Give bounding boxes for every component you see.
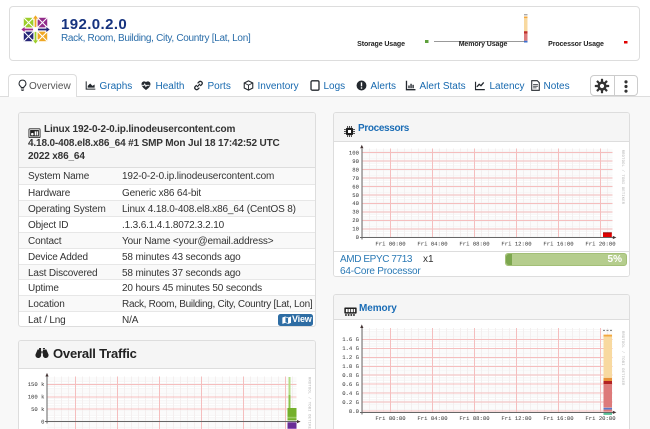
svg-text:100: 100 — [349, 150, 360, 157]
svg-text:Fri 04:00: Fri 04:00 — [417, 415, 448, 422]
svg-text:80: 80 — [352, 166, 359, 173]
svg-text:150 k: 150 k — [28, 381, 45, 388]
svg-text:RRDTOOL / TOBI OETIKER: RRDTOOL / TOBI OETIKER — [620, 331, 625, 386]
svg-text:Fri 08:00: Fri 08:00 — [459, 415, 490, 422]
svg-text:Fri 16:00: Fri 16:00 — [543, 415, 574, 422]
svg-text:70: 70 — [352, 175, 359, 182]
svg-text:60: 60 — [352, 183, 359, 190]
svg-text:0: 0 — [356, 234, 360, 241]
svg-text:100 k: 100 k — [28, 394, 45, 401]
svg-text:Fri 20:00: Fri 20:00 — [585, 240, 616, 247]
svg-text:RRDTOOL / TOBI OETIKER: RRDTOOL / TOBI OETIKER — [620, 150, 625, 205]
svg-text:RRDTOOL / TOBI OETIKER: RRDTOOL / TOBI OETIKER — [307, 377, 312, 429]
svg-text:10: 10 — [352, 226, 359, 233]
svg-text:1.0 G: 1.0 G — [342, 363, 359, 370]
svg-text:Fri 00:00: Fri 00:00 — [375, 240, 406, 247]
svg-text:Fri 16:00: Fri 16:00 — [543, 240, 574, 247]
svg-text:50 k: 50 k — [31, 406, 45, 413]
svg-text:Fri 04:00: Fri 04:00 — [417, 240, 448, 247]
svg-text:1.4 G: 1.4 G — [342, 345, 359, 352]
svg-text:30: 30 — [352, 209, 359, 216]
svg-text:20: 20 — [352, 217, 359, 224]
svg-text:40: 40 — [352, 200, 359, 207]
svg-text:0.6 G: 0.6 G — [342, 381, 359, 388]
svg-text:0: 0 — [41, 418, 45, 425]
svg-text:0.4 G: 0.4 G — [342, 390, 359, 397]
svg-text:Fri 12:00: Fri 12:00 — [501, 415, 532, 422]
svg-text:Fri 00:00: Fri 00:00 — [375, 415, 406, 422]
svg-text:50: 50 — [352, 192, 359, 199]
svg-text:Fri 20:00: Fri 20:00 — [585, 415, 616, 422]
svg-text:1.2 G: 1.2 G — [342, 354, 359, 361]
svg-text:90: 90 — [352, 158, 359, 165]
svg-text:Fri 12:00: Fri 12:00 — [501, 240, 532, 247]
svg-text:0.2 G: 0.2 G — [342, 399, 359, 406]
svg-text:0.0: 0.0 — [349, 408, 360, 415]
svg-text:1.6 G: 1.6 G — [342, 336, 359, 343]
svg-text:0.8 G: 0.8 G — [342, 372, 359, 379]
svg-text:Fri 08:00: Fri 08:00 — [459, 240, 490, 247]
